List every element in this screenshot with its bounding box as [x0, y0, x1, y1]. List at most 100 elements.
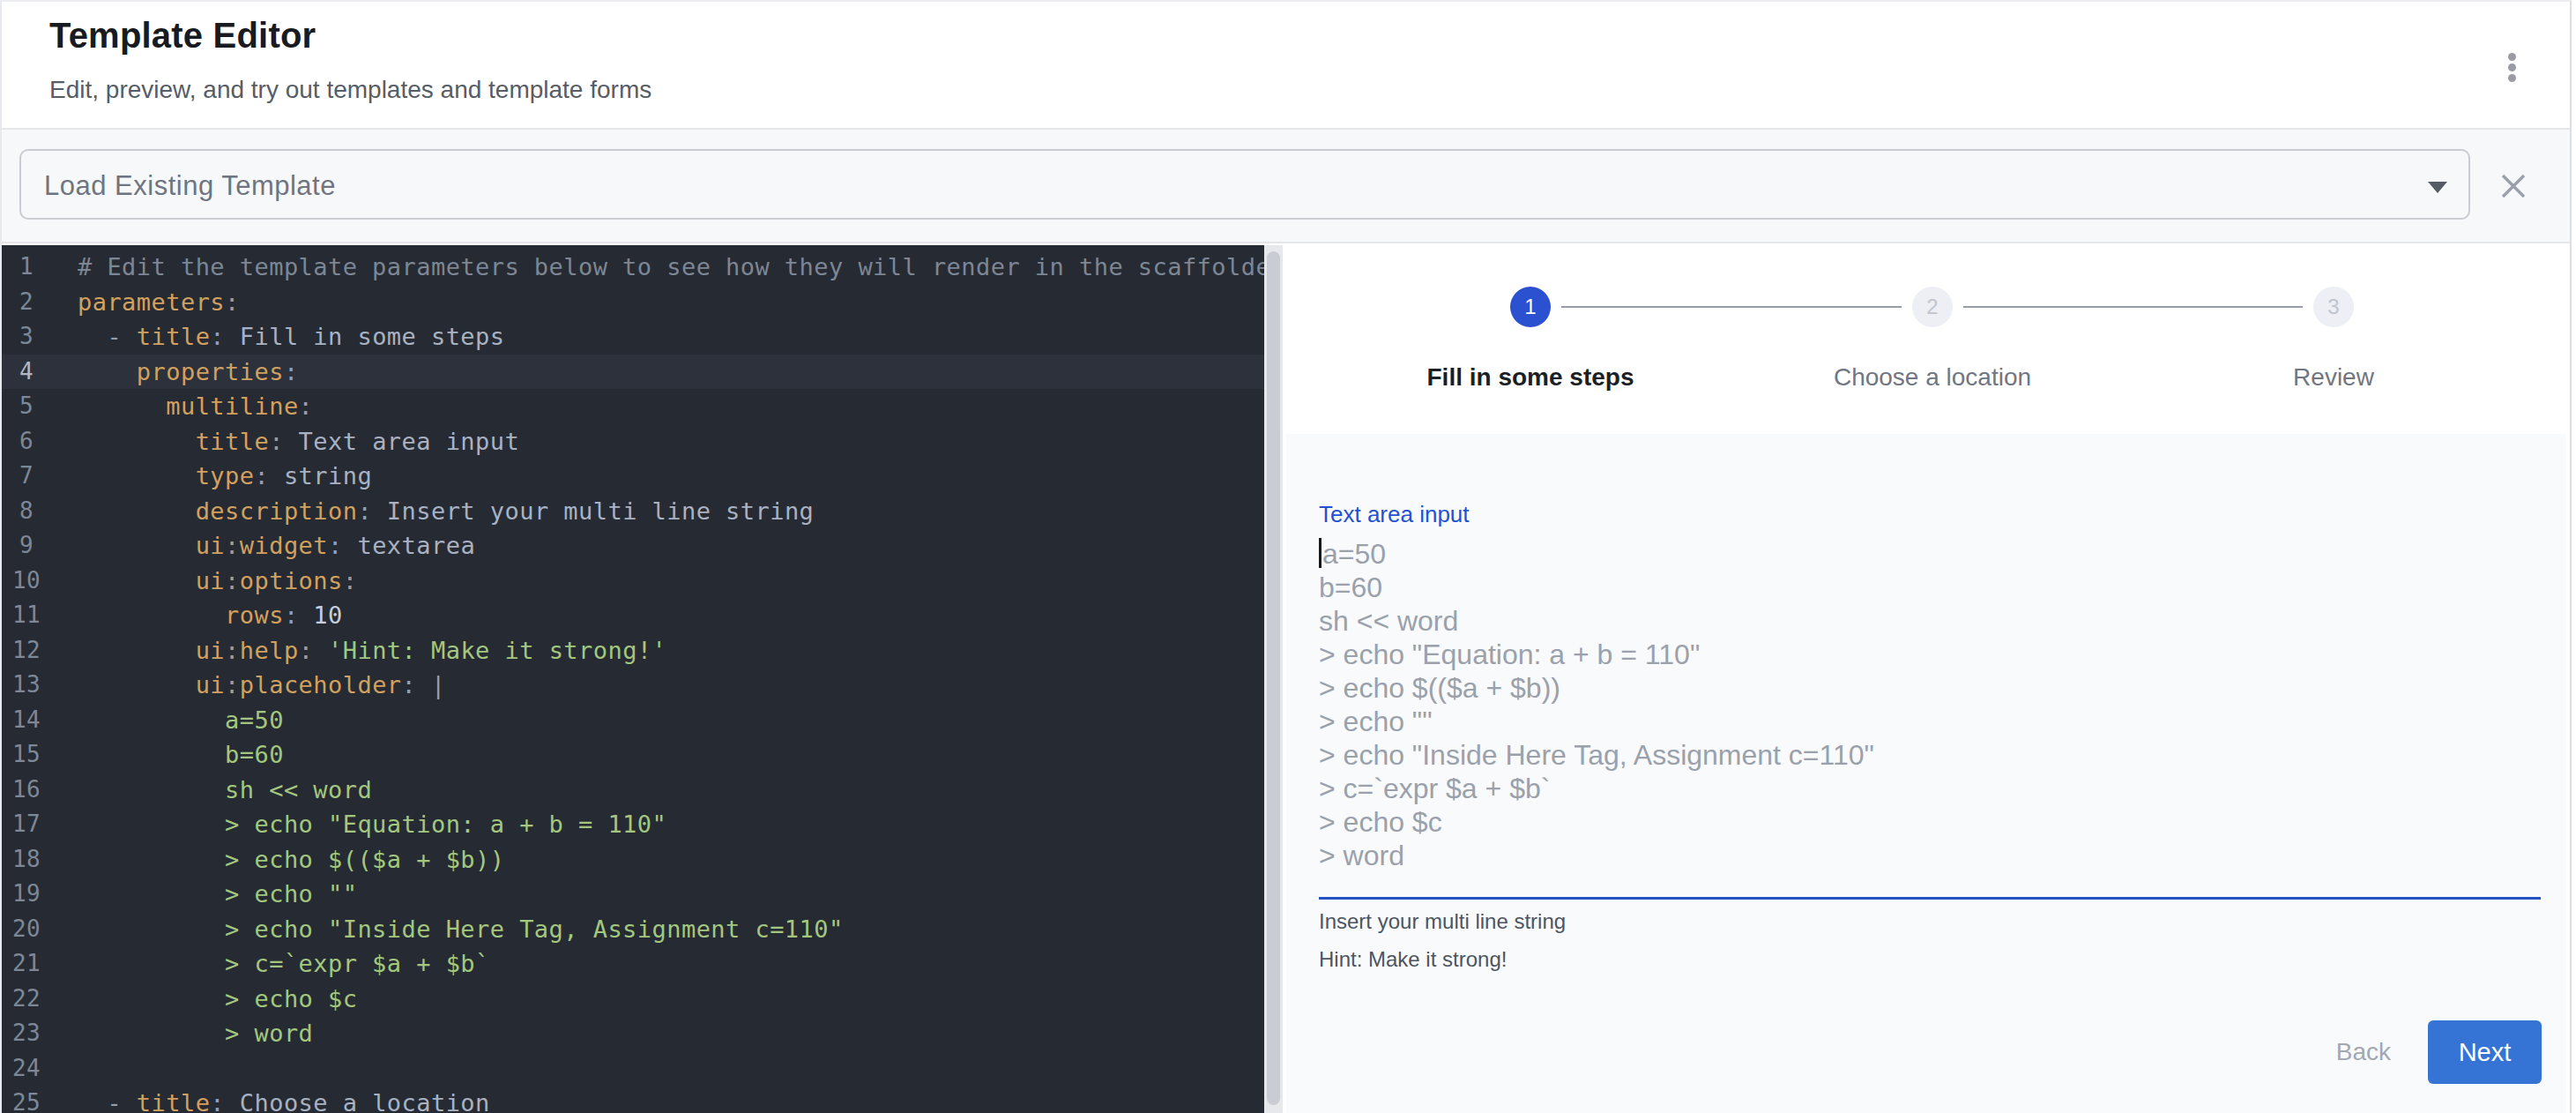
step-label: Review [2133, 363, 2535, 392]
line-number: 14 [2, 703, 51, 738]
page-header: Template Editor Edit, preview, and try o… [2, 2, 2570, 128]
editor-line: 23 > word [2, 1016, 1264, 1051]
step-1: 1 Fill in some steps [1329, 287, 1731, 392]
textarea-line: > word [1319, 839, 2541, 872]
line-number: 8 [2, 494, 51, 529]
line-code: > echo $c [78, 982, 1264, 1017]
line-code: # Edit the template parameters below to … [78, 250, 1264, 285]
line-number: 18 [2, 842, 51, 878]
scrollbar-thumb[interactable] [1267, 251, 1280, 1105]
textarea-line: sh << word [1319, 604, 2541, 638]
page-subtitle: Edit, preview, and try out templates and… [49, 76, 651, 104]
line-code: > echo "" [78, 877, 1264, 912]
editor-line: 14 a=50 [2, 703, 1264, 738]
line-number: 3 [2, 319, 51, 355]
step-3: 3 Review [2133, 287, 2535, 392]
textarea-line: > echo "" [1319, 705, 2541, 738]
editor-line: 21 > c=`expr $a + $b` [2, 946, 1264, 982]
kebab-dot [2508, 63, 2516, 71]
load-existing-template-select[interactable]: Load Existing Template [19, 149, 2470, 220]
editor-line: 1# Edit the template parameters below to… [2, 250, 1264, 285]
main-split: 1 # Edit the template parameters below to… [2, 245, 2570, 1113]
editor-line: 5 multiline: [2, 389, 1264, 424]
editor-line: 4 properties: [2, 355, 1264, 390]
stepper: 1 Fill in some steps 2 Choose a location 3 Re… [1283, 245, 2570, 451]
template-editor-page: Template Editor Edit, preview, and try o… [0, 0, 2572, 1113]
line-number: 24 [2, 1051, 51, 1087]
step-icon: 2 [1912, 287, 1953, 327]
template-form: Text area input a=50b=60sh << word> echo… [1286, 434, 2566, 1113]
field-label: Text area input [1319, 501, 2541, 528]
editor-line: 2parameters: [2, 285, 1264, 320]
line-number: 7 [2, 459, 51, 494]
close-icon [2498, 171, 2528, 201]
textarea-line: b=60 [1319, 571, 2541, 604]
page-title: Template Editor [49, 16, 316, 56]
dropdown-caret-icon[interactable] [2428, 182, 2447, 193]
line-code: title: Text area input [78, 424, 1264, 459]
line-code: multiline: [78, 389, 1264, 424]
line-number: 17 [2, 807, 51, 842]
next-button[interactable]: Next [2428, 1020, 2542, 1084]
editor-line: 15 b=60 [2, 737, 1264, 773]
form-actions: Back Next [2317, 1020, 2542, 1084]
line-code: - title: Fill in some steps [78, 319, 1264, 355]
editor-line: 20 > echo "Inside Here Tag, Assignment c… [2, 912, 1264, 947]
editor-line: 19 > echo "" [2, 877, 1264, 912]
line-number: 12 [2, 633, 51, 669]
close-button[interactable] [2494, 167, 2533, 205]
textarea-line: > echo $(($a + $b)) [1319, 671, 2541, 705]
code-editor[interactable]: 1# Edit the template parameters below to… [2, 245, 1264, 1113]
editor-line: 17 > echo "Equation: a + b = 110" [2, 807, 1264, 842]
line-code: ui:placeholder: | [78, 668, 1264, 703]
line-number: 4 [2, 355, 51, 390]
step-label: Fill in some steps [1329, 363, 1731, 392]
line-number: 5 [2, 389, 51, 424]
line-number: 6 [2, 424, 51, 459]
line-code: properties: [78, 355, 1264, 390]
editor-line: 6 title: Text area input [2, 424, 1264, 459]
line-number: 22 [2, 982, 51, 1017]
editor-line: 18 > echo $(($a + $b)) [2, 842, 1264, 878]
line-code: ui:help: 'Hint: Make it strong!' [78, 633, 1264, 669]
line-code: > echo "Equation: a + b = 110" [78, 807, 1264, 842]
step-icon: 3 [2313, 287, 2354, 327]
step-label: Choose a location [1731, 363, 2133, 392]
textarea-input[interactable]: a=50b=60sh << word> echo "Equation: a + … [1319, 537, 2541, 872]
line-code: > echo $(($a + $b)) [78, 842, 1264, 878]
step-icon: 1 [1510, 287, 1551, 327]
line-code: rows: 10 [78, 598, 1264, 633]
text-cursor [1319, 538, 1322, 568]
line-number: 15 [2, 737, 51, 773]
line-code: sh << word [78, 773, 1264, 808]
textarea-line: a=50 [1319, 537, 2541, 571]
editor-line: 7 type: string [2, 459, 1264, 494]
step-2: 2 Choose a location [1731, 287, 2133, 392]
editor-line: 9 ui:widget: textarea [2, 528, 1264, 564]
line-number: 9 [2, 528, 51, 564]
back-button[interactable]: Back [2317, 1024, 2410, 1080]
editor-line: 25 - title: Choose a location [2, 1086, 1264, 1113]
line-number: 11 [2, 598, 51, 633]
line-code: ui:widget: textarea [78, 528, 1264, 564]
preview-panel: 1 Fill in some steps 2 Choose a location 3 Re… [1283, 245, 2570, 1113]
editor-line: 10 ui:options: [2, 564, 1264, 599]
line-number: 20 [2, 912, 51, 947]
line-number: 2 [2, 285, 51, 320]
line-code: > echo "Inside Here Tag, Assignment c=11… [78, 912, 1264, 947]
textarea-line: > echo $c [1319, 805, 2541, 839]
line-number: 10 [2, 564, 51, 599]
field-description: Insert your multi line string [1319, 909, 2541, 934]
select-placeholder: Load Existing Template [44, 170, 336, 202]
field-help: Hint: Make it strong! [1319, 947, 2541, 972]
editor-line: 8 description: Insert your multi line st… [2, 494, 1264, 529]
editor-line: 22 > echo $c [2, 982, 1264, 1017]
editor-line: 12 ui:help: 'Hint: Make it strong!' [2, 633, 1264, 669]
more-options-button[interactable] [2494, 42, 2529, 92]
line-number: 16 [2, 773, 51, 808]
line-code: a=50 [78, 703, 1264, 738]
editor-scrollbar[interactable] [1264, 245, 1283, 1113]
editor-line: 24 [2, 1051, 1264, 1087]
line-number: 19 [2, 877, 51, 912]
line-number: 25 [2, 1086, 51, 1113]
